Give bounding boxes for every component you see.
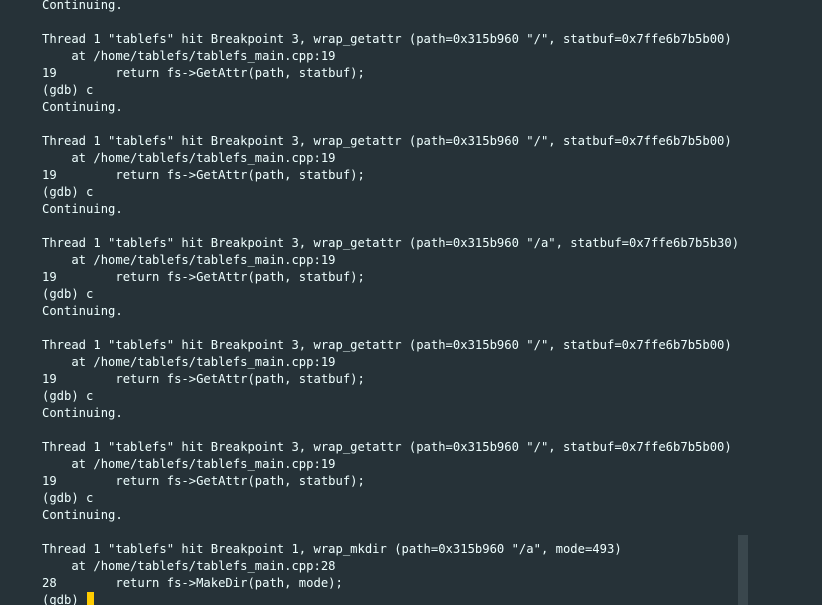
output-line: Thread 1 "tablefs" hit Breakpoint 3, wra…	[42, 32, 732, 46]
output-line: 19 return fs->GetAttr(path, statbuf);	[42, 66, 365, 80]
output-line: at /home/tablefs/tablefs_main.cpp:19	[42, 151, 336, 165]
terminal-output: Continuing. Thread 1 "tablefs" hit Breakp…	[42, 0, 739, 605]
output-line: Continuing.	[42, 0, 123, 12]
output-line: at /home/tablefs/tablefs_main.cpp:19	[42, 253, 336, 267]
output-line: Thread 1 "tablefs" hit Breakpoint 3, wra…	[42, 338, 732, 352]
output-line: 28 return fs->MakeDir(path, mode);	[42, 576, 343, 590]
output-line: at /home/tablefs/tablefs_main.cpp:19	[42, 49, 336, 63]
prompt-line[interactable]: (gdb)	[42, 592, 739, 605]
output-line: Continuing.	[42, 508, 123, 522]
output-line: 19 return fs->GetAttr(path, statbuf);	[42, 372, 365, 386]
output-line: Thread 1 "tablefs" hit Breakpoint 3, wra…	[42, 236, 740, 250]
gdb-prompt: (gdb)	[42, 593, 87, 605]
scrollbar-thumb[interactable]	[738, 535, 748, 605]
output-line: (gdb) c	[42, 389, 94, 403]
output-line: (gdb) c	[42, 287, 94, 301]
output-line: Thread 1 "tablefs" hit Breakpoint 3, wra…	[42, 440, 732, 454]
output-line: at /home/tablefs/tablefs_main.cpp:28	[42, 559, 336, 573]
output-line: 19 return fs->GetAttr(path, statbuf);	[42, 270, 365, 284]
output-line: Continuing.	[42, 202, 123, 216]
text-cursor	[87, 592, 95, 605]
output-line: 19 return fs->GetAttr(path, statbuf);	[42, 168, 365, 182]
output-line: (gdb) c	[42, 185, 94, 199]
output-line: Continuing.	[42, 406, 123, 420]
output-line: (gdb) c	[42, 83, 94, 97]
output-line: at /home/tablefs/tablefs_main.cpp:19	[42, 355, 336, 369]
output-line: Continuing.	[42, 304, 123, 318]
terminal-window[interactable]: Continuing. Thread 1 "tablefs" hit Breakp…	[0, 0, 822, 605]
output-line: at /home/tablefs/tablefs_main.cpp:19	[42, 457, 336, 471]
output-line: 19 return fs->GetAttr(path, statbuf);	[42, 474, 365, 488]
output-line: Continuing.	[42, 100, 123, 114]
output-line: Thread 1 "tablefs" hit Breakpoint 1, wra…	[42, 542, 622, 556]
output-line: (gdb) c	[42, 491, 94, 505]
output-line: Thread 1 "tablefs" hit Breakpoint 3, wra…	[42, 134, 732, 148]
